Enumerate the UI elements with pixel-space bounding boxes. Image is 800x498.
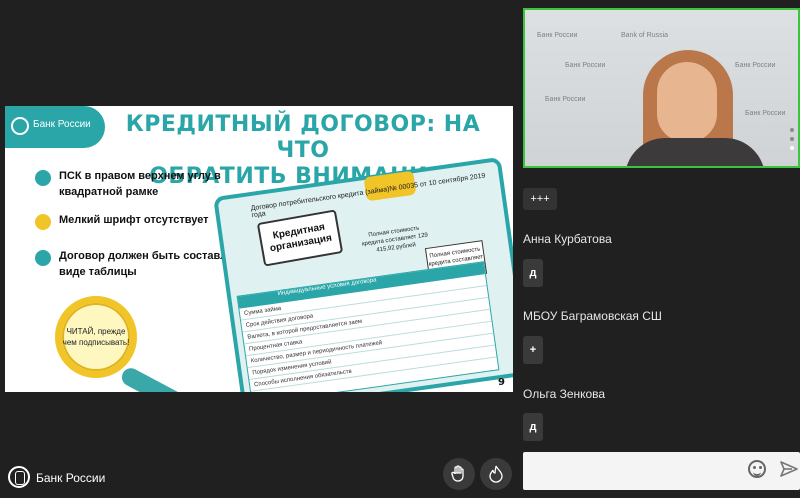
flame-icon — [489, 465, 503, 483]
webcam-bg-logo: Банк России — [745, 110, 786, 117]
webcam-bg-logo: Банк России — [735, 62, 776, 69]
pager-dot[interactable] — [790, 128, 794, 132]
bullet-dot-teal-icon — [35, 250, 51, 266]
chat-message: д — [523, 413, 543, 441]
webinar-window: Банк России КРЕДИТНЫЙ ДОГОВОР: НА ЧТО ОБ… — [0, 0, 800, 498]
magnifier-text: ЧИТАЙ, прежде чем подписывать! — [62, 327, 130, 347]
emoji-icon[interactable] — [748, 460, 766, 478]
slide-page-number: 9 — [498, 377, 505, 388]
magnifier-handle — [118, 365, 190, 392]
bank-emblem-icon — [11, 117, 29, 135]
slide-brand-label: Банк России — [33, 119, 91, 130]
raise-hand-button[interactable] — [443, 458, 475, 490]
bank-emblem-icon — [8, 466, 30, 488]
chat-author: МБОУ Баграмовская СШ — [523, 309, 662, 323]
bullet-dot-yellow-icon — [35, 214, 51, 230]
webcam-bg-logo: Банк России — [565, 62, 606, 69]
bullet-text: Мелкий шрифт отсутствует — [59, 214, 209, 226]
pager-dot-active[interactable] — [790, 146, 794, 150]
presentation-slide: Банк России КРЕДИТНЫЙ ДОГОВОР: НА ЧТО ОБ… — [5, 106, 513, 392]
chat-author: Анна Курбатова — [523, 232, 612, 246]
hand-icon — [451, 465, 464, 482]
magnifier-icon: ЧИТАЙ, прежде чем подписывать! — [55, 296, 137, 378]
speaker-face — [657, 62, 717, 142]
speaker-webcam[interactable]: Банк России Bank of Russia Банк России Б… — [523, 8, 800, 168]
chat-message: д — [523, 259, 543, 287]
chat-message: + — [523, 336, 543, 364]
slide-title-line1: КРЕДИТНЫЙ ДОГОВОР: НА ЧТО — [125, 112, 481, 163]
slide-brand-tag: Банк России — [5, 106, 105, 148]
reaction-fire-button[interactable] — [480, 458, 512, 490]
footer-brand: Банк России — [36, 471, 106, 485]
stamp-text: Кредитная организация — [269, 221, 333, 255]
chat-author: Ольга Зенкова — [523, 387, 606, 401]
send-icon[interactable] — [780, 460, 798, 478]
webcam-bg-logo: Банк России — [545, 96, 586, 103]
bullet-dot-teal-icon — [35, 170, 51, 186]
webcam-bg-logo: Bank of Russia — [621, 32, 669, 39]
speaker-body — [625, 138, 765, 166]
webcam-pager[interactable] — [790, 128, 796, 155]
reaction-chip: +++ — [523, 188, 557, 210]
pager-dot[interactable] — [790, 137, 794, 141]
webcam-bg-logo: Банк России — [537, 32, 578, 39]
